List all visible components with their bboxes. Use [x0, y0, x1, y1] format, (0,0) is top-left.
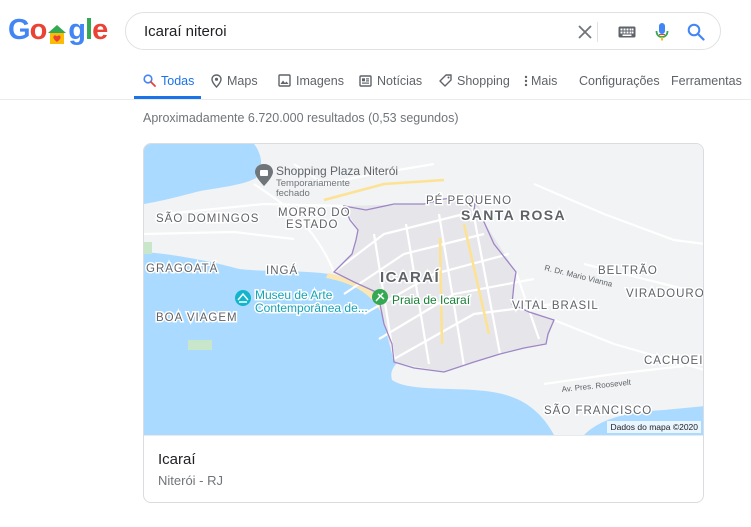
house-doodle-icon [47, 20, 67, 44]
tab-shopping[interactable]: Shopping [439, 62, 510, 99]
map-label-gragoata: GRAGOATÁ [146, 262, 218, 275]
map-label-museu[interactable]: Museu de Arte [254, 287, 335, 304]
news-icon [359, 74, 372, 87]
map-label-viradouro: VIRADOURO [626, 288, 704, 300]
tab-todas[interactable]: Todas [143, 62, 194, 99]
search-input[interactable] [144, 21, 564, 41]
map-label-estado: ESTADO [286, 219, 338, 231]
logo-letter-g2: g [68, 13, 86, 46]
map-label-beltrao: BELTRÃO [598, 264, 658, 277]
tab-label: Shopping [457, 73, 510, 88]
tab-imagens[interactable]: Imagens [278, 62, 344, 99]
map-label-pe-pequeno: PÉ PEQUENO [426, 194, 512, 207]
map-label-cachoeira: CACHOEIR [644, 355, 704, 367]
tab-mais[interactable]: Mais [524, 62, 557, 99]
map-label-shopping[interactable]: Shopping Plaza Niterói [276, 164, 398, 178]
tab-label: Maps [227, 73, 258, 88]
tab-label: Imagens [296, 73, 344, 88]
logo-letter-g: G [8, 13, 31, 46]
search-submit-icon[interactable] [684, 20, 708, 44]
tab-configuracoes[interactable]: Configurações [579, 62, 660, 99]
more-vert-icon [524, 75, 528, 86]
place-subtitle: Niterói - RJ [158, 473, 224, 488]
tag-icon [439, 74, 452, 87]
results-count: Aproximadamente 6.720.000 resultados (0,… [143, 111, 459, 125]
tab-label: Mais [531, 73, 558, 88]
tab-noticias[interactable]: Notícias [359, 62, 422, 99]
keyboard-icon[interactable] [615, 20, 639, 44]
map-label-sao-francisco: SÃO FRANCISCO [544, 404, 652, 417]
logo-letter-l: l [85, 13, 93, 46]
map-label-morro-do: MORRO DO [278, 207, 351, 219]
tab-label: Ferramentas [671, 73, 742, 88]
place-title[interactable]: Icaraí [158, 451, 196, 468]
map-card: Shopping Plaza Niterói Temporariamente f… [143, 143, 704, 503]
tab-label: Configurações [579, 73, 660, 88]
map-credit[interactable]: Dados do mapa ©2020 [607, 421, 701, 433]
logo-letter-o: o [29, 13, 48, 46]
card-divider [144, 435, 703, 436]
map-label-museu-2[interactable]: Contemporânea de... [254, 300, 370, 317]
tab-maps[interactable]: Maps [211, 62, 258, 99]
map-pin-icon [211, 73, 222, 88]
tab-ferramentas[interactable]: Ferramentas [671, 62, 742, 99]
search-box [125, 12, 721, 50]
map-label-shopping-status-2: fechado [276, 188, 310, 199]
search-icon [143, 74, 156, 87]
google-logo[interactable]: G o g l e [8, 13, 108, 46]
map-label-vital-brasil: VITAL BRASIL [512, 300, 599, 312]
map-label-icarai: ICARAÍ [380, 269, 440, 286]
map-label-santa-rosa: SANTA ROSA [461, 207, 566, 223]
map-canvas: Shopping Plaza Niterói Temporariamente f… [144, 144, 704, 435]
map-label-inga: INGÁ [266, 264, 298, 277]
map-label-praia[interactable]: Praia de Icaraí [391, 292, 473, 309]
search-tabs: Todas Maps Imagens Notícias Shopping Mai… [0, 62, 751, 100]
clear-icon[interactable] [573, 20, 597, 44]
map-label-boa-viagem: BOA VIAGEM [156, 312, 238, 324]
microphone-icon[interactable] [650, 20, 674, 44]
beach-pin-icon[interactable] [372, 289, 388, 305]
search-divider [597, 22, 598, 42]
map-label-sao-domingos: SÃO DOMINGOS [156, 212, 259, 225]
image-icon [278, 74, 291, 87]
tab-label: Notícias [377, 73, 423, 88]
active-tab-indicator [134, 96, 201, 99]
tab-label: Todas [161, 73, 195, 88]
map-view[interactable]: Shopping Plaza Niterói Temporariamente f… [144, 144, 704, 435]
logo-letter-e: e [92, 13, 108, 46]
museum-pin-icon[interactable] [235, 290, 251, 306]
